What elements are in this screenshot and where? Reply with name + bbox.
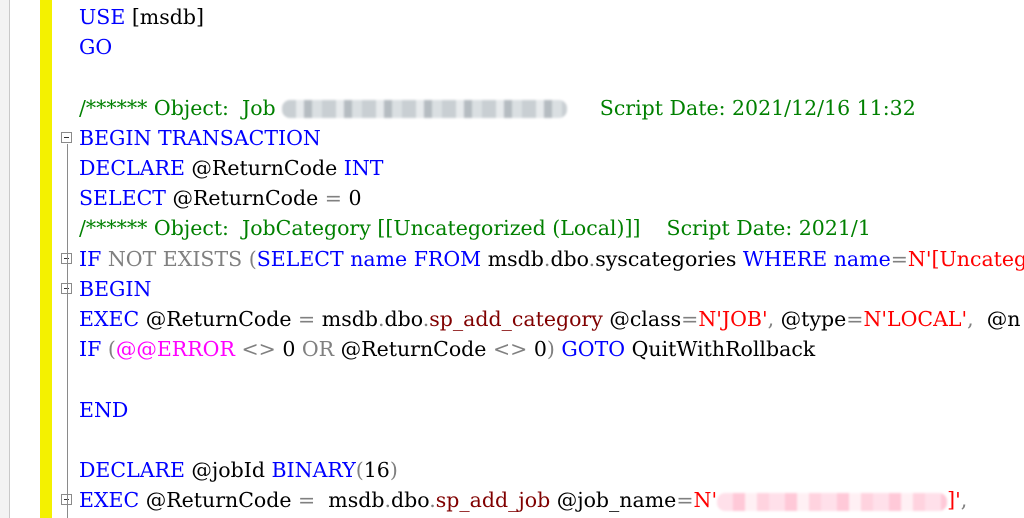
code-line[interactable]: /****** Object: Job Script Date: 2021/12… (79, 93, 916, 123)
code-token: BEGIN TRANSACTION (79, 125, 321, 150)
sql-code-editor[interactable]: USE [msdb] GO /****** Object: Job Script D… (0, 0, 1024, 518)
code-token: msdb (321, 307, 378, 331)
code-line[interactable]: SELECT @ReturnCode = 0 (79, 183, 362, 213)
code-token: msdb (487, 246, 544, 271)
code-token: SELECT (256, 246, 351, 271)
code-token: dbo (384, 307, 423, 331)
margin-divider (9, 0, 10, 518)
code-token: = (324, 186, 349, 211)
change-tracking-bar (40, 0, 52, 518)
code-token: DECLARE (79, 156, 192, 180)
code-token: BEGIN (79, 276, 152, 301)
code-token: @class (609, 307, 682, 331)
editor-left-margin (0, 0, 9, 518)
code-token: @ReturnCode (145, 488, 299, 513)
code-token: , (967, 307, 987, 331)
code-token: OR (301, 337, 341, 362)
code-token: 0 (348, 186, 362, 211)
code-token: name (833, 246, 891, 271)
code-line[interactable]: BEGIN (79, 274, 151, 304)
code-token: syscategories (595, 246, 743, 271)
code-line[interactable]: BEGIN TRANSACTION (79, 123, 321, 153)
code-token: 0 (533, 337, 547, 362)
code-token: FROM (413, 246, 488, 271)
code-token: <> (492, 337, 534, 362)
code-token: 16 (363, 458, 390, 482)
collapse-toggle-icon[interactable] (61, 131, 72, 143)
code-token: IF (79, 246, 108, 271)
code-token: = (298, 488, 329, 513)
code-token: ( (248, 246, 257, 271)
code-token: @ReturnCode (191, 156, 344, 180)
code-token: N'[Uncatego (907, 246, 1024, 271)
code-token: <> (241, 337, 283, 362)
code-token: @ReturnCode (340, 337, 493, 362)
code-token: IF (79, 337, 108, 362)
code-token: @ReturnCode (172, 186, 325, 211)
code-line[interactable]: EXEC @ReturnCode = msdb.dbo.sp_add_categ… (79, 304, 1020, 334)
code-token: ( (107, 337, 116, 362)
code-token: @job_name (556, 488, 677, 513)
code-line[interactable]: USE [msdb] (79, 2, 204, 32)
code-token: ) (389, 458, 398, 482)
code-token: , (767, 307, 781, 331)
code-line[interactable]: END (79, 395, 128, 425)
code-line[interactable]: EXEC @ReturnCode = msdb.dbo.sp_add_job @… (79, 485, 967, 515)
code-token: @type (780, 307, 847, 331)
code-token: END (79, 397, 129, 422)
code-token: USE (79, 5, 132, 29)
code-token: @@ERROR (115, 337, 242, 362)
code-token: [msdb] (131, 5, 205, 29)
code-token: N'LOCAL' (863, 307, 968, 331)
code-token: INT (343, 156, 384, 180)
code-token: GO (79, 35, 113, 60)
redacted-text (717, 492, 948, 511)
code-token: name (350, 246, 414, 271)
code-token: msdb (328, 488, 385, 513)
code-line[interactable]: DECLARE @ReturnCode INT (79, 153, 383, 183)
code-token: = (298, 307, 322, 331)
code-token: BINARY (271, 458, 356, 482)
code-token: = (681, 307, 699, 331)
code-token: @ReturnCode (145, 307, 299, 331)
code-token: dbo (550, 246, 589, 271)
code-token: ( (355, 458, 364, 482)
code-token: 0 (282, 337, 302, 362)
code-token: EXEC (79, 488, 146, 513)
code-token: DECLARE (79, 458, 192, 482)
code-token: QuitWithRollback (631, 337, 816, 362)
code-token: N' (693, 488, 718, 513)
code-token: Script Date: 2021/12/16 11:32 (567, 95, 916, 120)
code-token: sp_add_category (429, 307, 610, 331)
code-token: , (960, 488, 968, 513)
code-line[interactable]: IF (@@ERROR <> 0 OR @ReturnCode <> 0) GO… (79, 334, 815, 364)
code-line[interactable]: DECLARE @jobId BINARY(16) (79, 455, 398, 485)
code-token: = (676, 488, 694, 513)
code-token: N'JOB' (698, 307, 768, 331)
code-line[interactable]: /****** Object: JobCategory [[Uncategori… (79, 213, 871, 243)
code-line[interactable]: IF NOT EXISTS (SELECT name FROM msdb.dbo… (79, 244, 1024, 274)
code-token: GOTO (561, 337, 632, 362)
code-token: @n (986, 307, 1021, 331)
code-token: = (890, 246, 908, 271)
code-token: ]' (947, 488, 961, 513)
code-token: ) (546, 337, 562, 362)
outline-guide (67, 143, 68, 518)
code-line[interactable]: GO (79, 32, 112, 62)
redacted-text (282, 100, 568, 119)
code-token: SELECT (79, 186, 173, 211)
code-token: /****** Object: JobCategory [[Uncategori… (79, 216, 871, 241)
code-token: EXEC (79, 307, 146, 331)
code-token: NOT EXISTS (107, 246, 249, 271)
code-token: dbo (391, 488, 430, 513)
code-token: WHERE (742, 246, 834, 271)
code-token: = (846, 307, 864, 331)
code-token: @jobId (191, 458, 272, 482)
code-token: /****** Object: Job (79, 95, 283, 120)
code-token: sp_add_job (435, 488, 557, 513)
